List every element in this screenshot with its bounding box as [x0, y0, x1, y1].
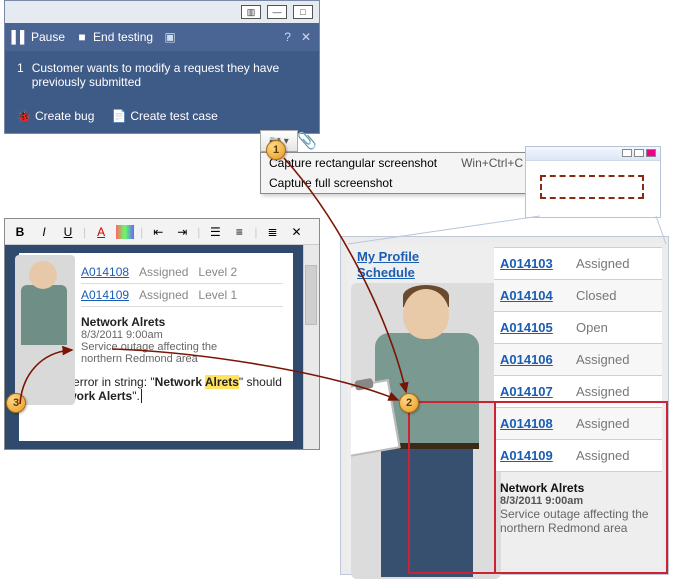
alert-title: Network Alrets — [81, 315, 283, 329]
align-button[interactable]: ≣ — [264, 225, 282, 239]
help-icon[interactable]: ? — [284, 30, 291, 44]
table-row[interactable]: A014107Assigned — [494, 376, 662, 408]
ticket-level: Level 2 — [198, 265, 237, 279]
ticket-status: Assigned — [576, 384, 629, 399]
table-row: A014109 Assigned Level 1 — [81, 284, 283, 307]
callout-1: 1 — [266, 140, 286, 160]
outdent-button[interactable]: ⇤ — [149, 225, 167, 239]
font-color-button[interactable]: A — [92, 225, 110, 239]
ticket-link[interactable]: A014108 — [494, 416, 576, 431]
stop-icon: ■ — [75, 30, 89, 44]
text-cursor — [141, 389, 145, 403]
alert-date: 8/3/2011 9:00am — [81, 329, 283, 341]
ticket-link[interactable]: A014105 — [494, 320, 576, 335]
ticket-status: Assigned — [139, 265, 188, 279]
titlebar: ▥ — □ — [5, 1, 319, 23]
alert-date: 8/3/2011 9:00am — [500, 495, 656, 507]
ticket-status: Closed — [576, 288, 616, 303]
attach-button[interactable]: 📎 — [298, 130, 316, 152]
ticket-level: Level 1 — [198, 288, 237, 302]
pause-icon: ▌▌ — [13, 30, 27, 44]
runner-actions: 🐞Create bug 📄Create test case — [5, 103, 319, 133]
ticket-link[interactable]: A014107 — [494, 384, 576, 399]
editor-body: A014108 Assigned Level 2 A014109 Assigne… — [5, 245, 319, 449]
ticket-link[interactable]: A014108 — [81, 265, 129, 279]
app-panel: My Profile Schedule A014103Assigned A014… — [340, 236, 669, 575]
step-text: Customer wants to modify a request they … — [32, 61, 307, 89]
table-row[interactable]: A014109Assigned — [494, 440, 662, 472]
close-icon[interactable]: ✕ — [301, 30, 311, 44]
ticket-status: Assigned — [576, 256, 629, 271]
person-image — [15, 255, 75, 405]
browser-chrome — [526, 147, 660, 161]
my-profile-link[interactable]: My Profile — [357, 249, 419, 265]
callout-2: 2 — [399, 393, 419, 413]
layout-icon[interactable]: ▥ — [241, 5, 261, 19]
ticket-status: Assigned — [576, 416, 629, 431]
table-row[interactable]: A014108Assigned — [494, 408, 662, 440]
editor-panel: B I U | A ■ | ⇤ ⇥ | ☰ ≡ | ≣ ✕ A014108 As… — [4, 218, 320, 450]
alert-detail: Network Alrets 8/3/2011 9:00am Service o… — [500, 481, 656, 535]
editor-toolbar: B I U | A ■ | ⇤ ⇥ | ☰ ≡ | ≣ ✕ — [5, 219, 319, 245]
bullets-button[interactable]: ☰ — [206, 225, 224, 239]
bold-button[interactable]: B — [11, 225, 29, 239]
alert-msg: Service outage affecting the northern Re… — [500, 507, 656, 535]
test-runner: ▥ — □ ▌▌Pause ■End testing ▣ ? ✕ 1 Custo… — [4, 0, 320, 134]
italic-button[interactable]: I — [35, 225, 53, 239]
pause-button[interactable]: ▌▌Pause — [13, 30, 65, 44]
runner-toolbar: ▌▌Pause ■End testing ▣ ? ✕ — [5, 23, 319, 51]
table-row[interactable]: A014105Open — [494, 312, 662, 344]
underline-button[interactable]: U — [59, 225, 77, 239]
paperclip-icon: 📎 — [297, 131, 317, 151]
ticket-link[interactable]: A014109 — [494, 448, 576, 463]
alert-msg: Service outage affecting the northern Re… — [81, 341, 221, 365]
numbering-button[interactable]: ≡ — [230, 225, 248, 239]
testcase-icon: 📄 — [112, 109, 126, 123]
browser-thumbnail — [525, 146, 661, 218]
ticket-link[interactable]: A014109 — [81, 288, 129, 302]
scroll-thumb[interactable] — [305, 265, 317, 325]
capture-menu: Capture rectangular screenshotWin+Ctrl+C… — [260, 152, 534, 194]
bug-icon: 🐞 — [17, 109, 31, 123]
alert-title: Network Alrets — [500, 481, 656, 495]
scrollbar[interactable] — [303, 245, 319, 449]
schedule-link[interactable]: Schedule — [357, 265, 419, 281]
ticket-status: Assigned — [576, 352, 629, 367]
test-step: 1 Customer wants to modify a request the… — [5, 51, 319, 103]
ticket-link[interactable]: A014106 — [494, 352, 576, 367]
step-number: 1 — [17, 61, 24, 89]
selection-rect — [540, 175, 644, 199]
ticket-status: Open — [576, 320, 608, 335]
highlight-button[interactable]: ■ — [116, 225, 134, 239]
ticket-table: A014103Assigned A014104Closed A014105Ope… — [494, 247, 662, 472]
create-test-button[interactable]: 📄Create test case — [112, 109, 217, 123]
create-bug-button[interactable]: 🐞Create bug — [17, 109, 94, 123]
alert-block: Network Alrets 8/3/2011 9:00am Service o… — [81, 315, 283, 365]
callout-3: 3 — [6, 393, 26, 413]
ticket-status: Assigned — [139, 288, 188, 302]
ticket-link[interactable]: A014104 — [494, 288, 576, 303]
clear-button[interactable]: ✕ — [288, 225, 306, 239]
capture-rect-item[interactable]: Capture rectangular screenshotWin+Ctrl+C — [261, 153, 533, 173]
maximize-icon[interactable]: □ — [293, 5, 313, 19]
minimize-icon[interactable]: — — [267, 5, 287, 19]
nav-links: My Profile Schedule — [357, 249, 419, 281]
end-testing-button[interactable]: ■End testing — [75, 30, 153, 44]
technician-image — [351, 283, 501, 579]
table-row[interactable]: A014103Assigned — [494, 248, 662, 280]
ticket-status: Assigned — [576, 448, 629, 463]
indent-button[interactable]: ⇥ — [173, 225, 191, 239]
ticket-link[interactable]: A014103 — [494, 256, 576, 271]
capture-full-item[interactable]: Capture full screenshot — [261, 173, 533, 193]
editor-document[interactable]: A014108 Assigned Level 2 A014109 Assigne… — [19, 253, 293, 441]
table-row[interactable]: A014106Assigned — [494, 344, 662, 376]
table-row: A014108 Assigned Level 2 — [81, 261, 283, 284]
table-row[interactable]: A014104Closed — [494, 280, 662, 312]
windows-icon[interactable]: ▣ — [163, 30, 177, 44]
